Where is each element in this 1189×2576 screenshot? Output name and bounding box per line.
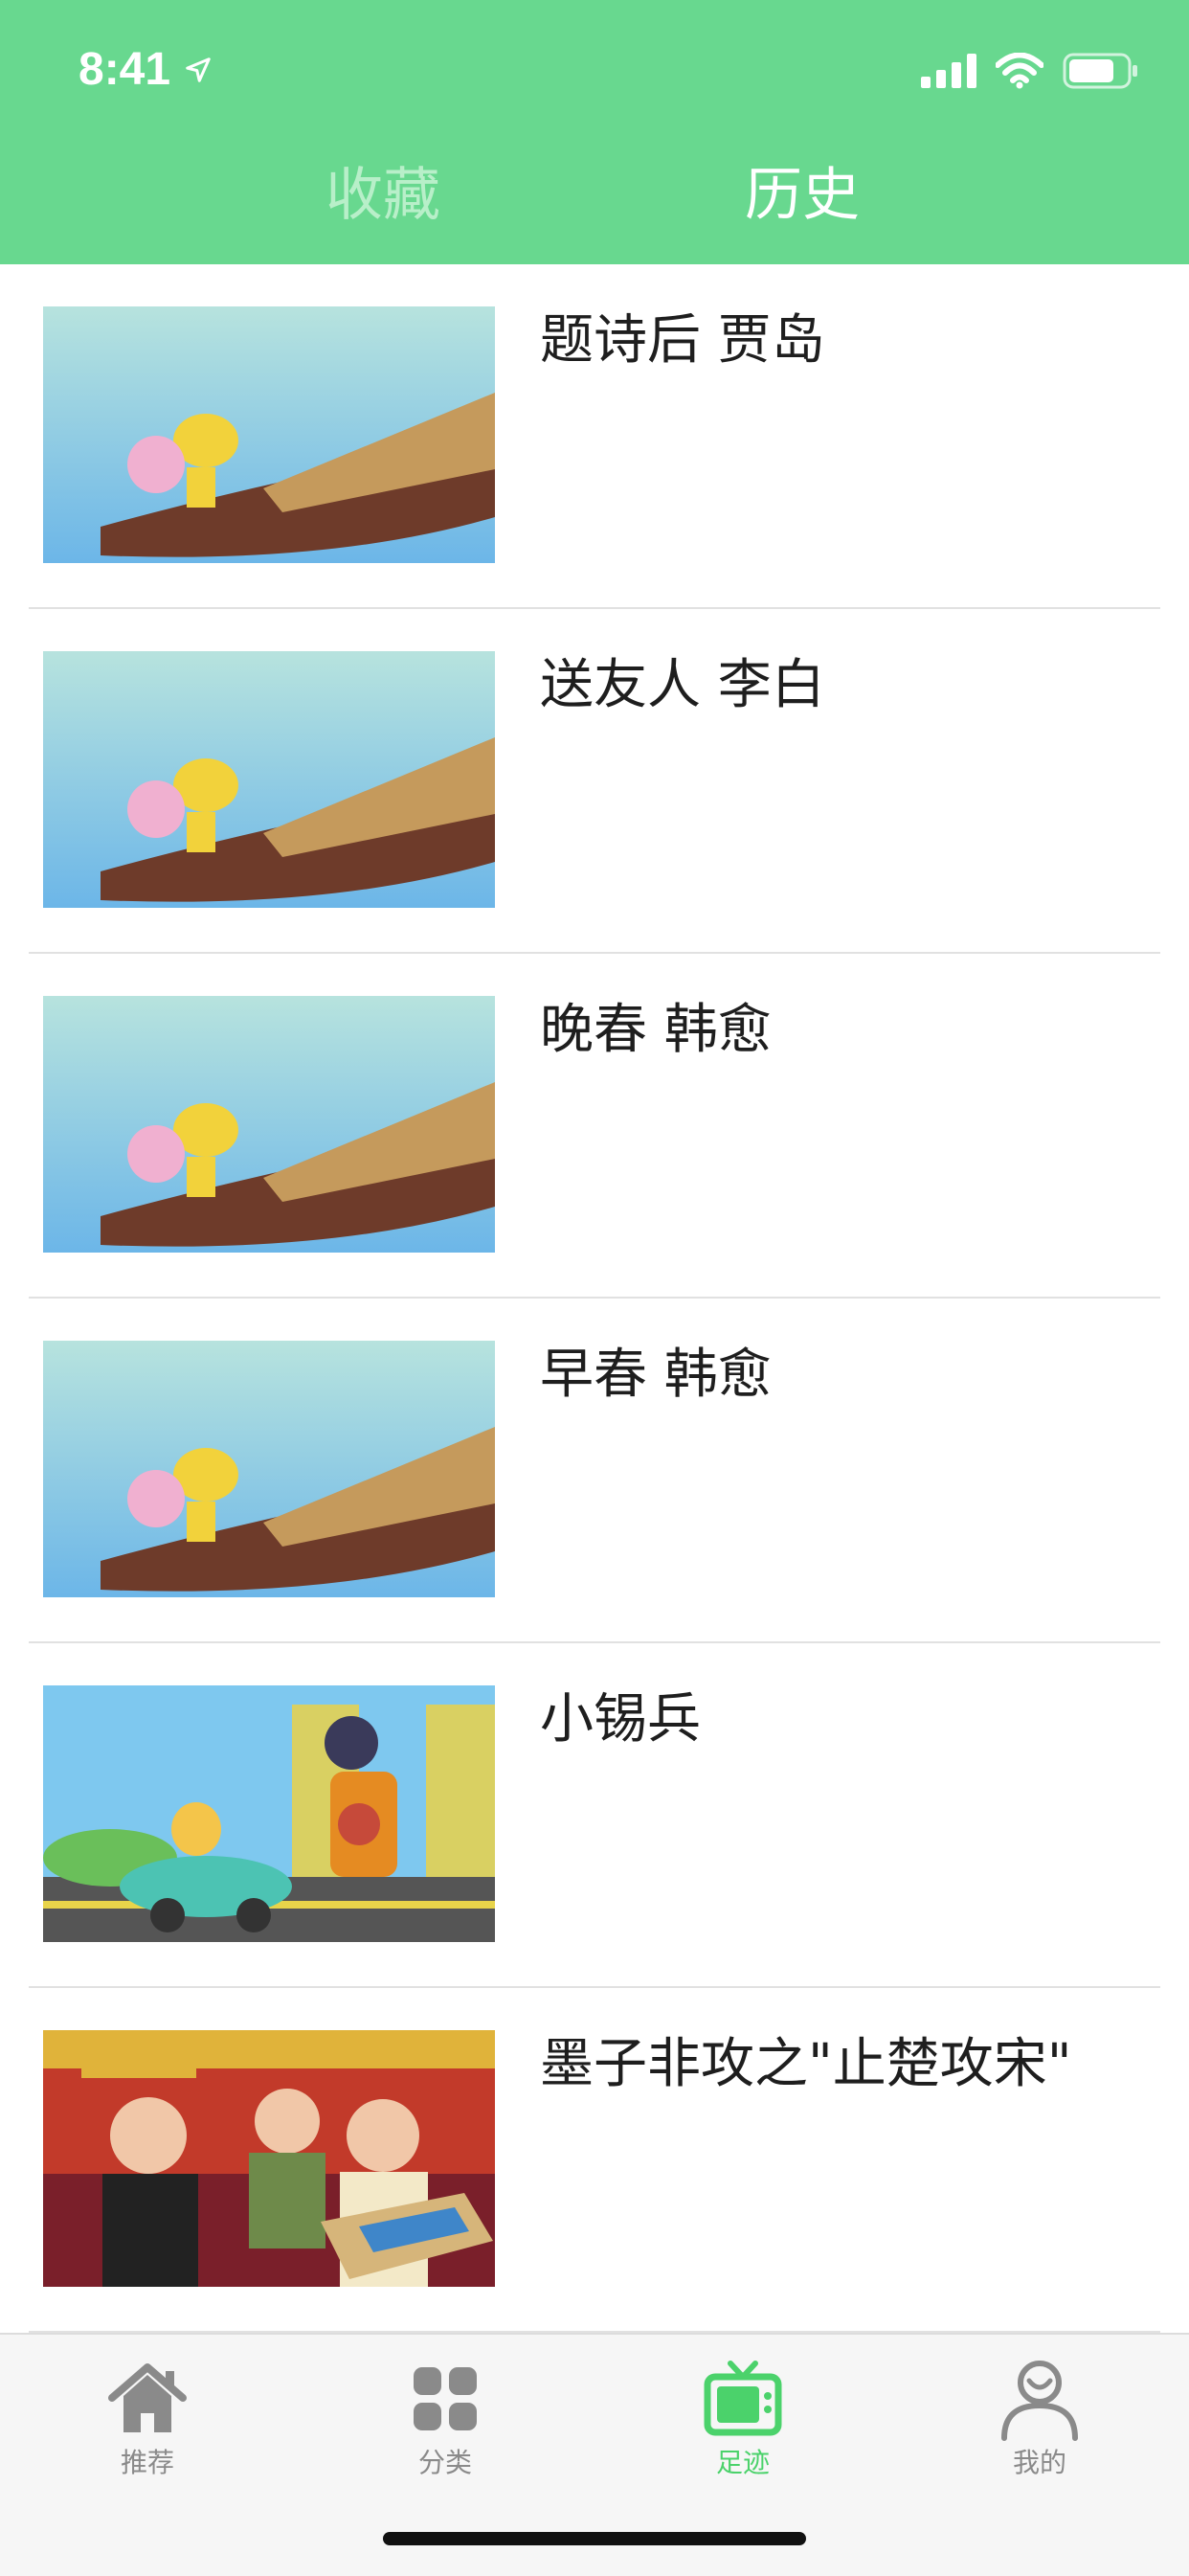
tabbar-label: 推荐 xyxy=(120,2447,174,2478)
boat-cartoon-thumbnail xyxy=(43,651,495,908)
item-title: 小锡兵 xyxy=(540,1688,701,1751)
list-item[interactable]: 送友人 李白 xyxy=(0,609,1189,954)
tabbar-item-category[interactable]: 分类 xyxy=(349,2356,541,2499)
item-title: 墨子非攻之"止楚攻宋" xyxy=(540,2033,1072,2095)
tabbar-item-mine[interactable]: 我的 xyxy=(944,2356,1135,2499)
tabbar-item-footprints[interactable]: 足迹 xyxy=(647,2356,839,2499)
status-bar-time: 8:41 xyxy=(79,40,213,100)
grid-icon xyxy=(414,2367,477,2430)
item-title: 晚春 韩愈 xyxy=(540,999,772,1061)
signal-icon xyxy=(921,54,976,88)
list-item[interactable]: 墨子非攻之"止楚攻宋" xyxy=(0,1988,1189,2333)
video-thumbnail xyxy=(43,2030,495,2287)
item-title: 送友人 李白 xyxy=(540,654,825,716)
video-thumbnail xyxy=(43,1685,495,1942)
boat-cartoon-thumbnail xyxy=(43,1341,495,1597)
tabbar-label: 我的 xyxy=(1012,2447,1066,2478)
list-item[interactable]: 晚春 韩愈 xyxy=(0,954,1189,1299)
status-time-text: 8:41 xyxy=(79,44,171,95)
battery-icon xyxy=(1063,53,1137,89)
item-title: 题诗后 贾岛 xyxy=(540,309,825,372)
user-icon xyxy=(1001,2361,1078,2441)
header: 8:41 收藏 历史 xyxy=(0,0,1189,264)
robot-cartoon-thumbnail xyxy=(43,1685,495,1942)
item-title: 早春 韩愈 xyxy=(540,1344,772,1406)
tabbar-label: 足迹 xyxy=(715,2447,770,2478)
wifi-icon xyxy=(996,53,1043,89)
history-list: 题诗后 贾岛 送友人 李白 晚春 韩愈 早春 韩愈 小锡兵 墨子非攻之"止楚攻宋… xyxy=(0,264,1189,2333)
list-item[interactable]: 早春 韩愈 xyxy=(0,1299,1189,1643)
video-thumbnail xyxy=(43,306,495,563)
boat-cartoon-thumbnail xyxy=(43,306,495,563)
video-thumbnail xyxy=(43,996,495,1253)
home-indicator[interactable] xyxy=(383,2532,806,2545)
list-item[interactable]: 小锡兵 xyxy=(0,1643,1189,1988)
ancient-cartoon-thumbnail xyxy=(43,2030,495,2287)
tab-history[interactable]: 历史 xyxy=(745,159,860,232)
location-arrow-icon xyxy=(186,57,211,82)
header-tabs: 收藏 历史 xyxy=(0,144,1189,249)
tabbar-item-recommend[interactable]: 推荐 xyxy=(52,2356,243,2499)
tv-icon xyxy=(704,2361,782,2436)
video-thumbnail xyxy=(43,1341,495,1597)
home-icon xyxy=(108,2363,187,2432)
status-bar-indicators xyxy=(921,48,1139,94)
tabbar-label: 分类 xyxy=(417,2447,472,2478)
boat-cartoon-thumbnail xyxy=(43,996,495,1253)
tab-favorites[interactable]: 收藏 xyxy=(325,159,440,232)
list-item[interactable]: 题诗后 贾岛 xyxy=(0,264,1189,609)
video-thumbnail xyxy=(43,651,495,908)
